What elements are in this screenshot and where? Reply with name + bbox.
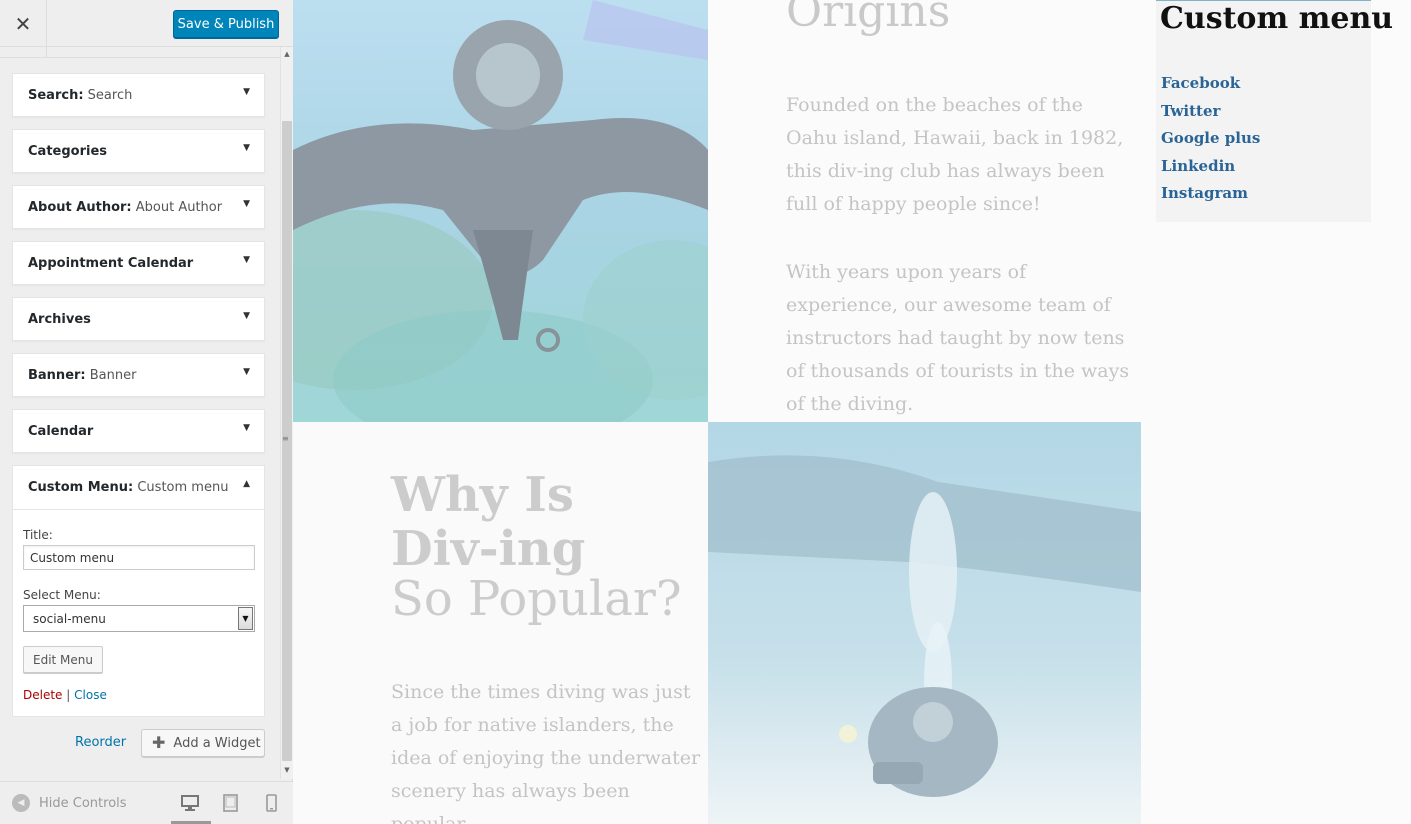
panel-breadcrumb — [0, 47, 281, 58]
title-label: Title: — [23, 528, 53, 542]
select-menu-label: Select Menu: — [23, 588, 101, 602]
widget-calendar[interactable]: Calendar ▼ — [12, 409, 265, 453]
close-customizer-button[interactable]: ✕ — [0, 0, 47, 47]
widget-title: Archives — [28, 312, 91, 327]
widget-about-author[interactable]: About Author: About Author ▼ — [12, 185, 265, 229]
origins-heading: Origins — [786, 0, 951, 37]
hide-controls-button[interactable]: ◀ Hide Controls — [12, 794, 127, 812]
widget-title: Calendar — [28, 424, 94, 439]
menu-link-google-plus[interactable]: Google plus — [1161, 129, 1260, 147]
widget-categories[interactable]: Categories ▼ — [12, 129, 265, 173]
why-diving-heading: Why Is Div-ing — [391, 467, 586, 577]
plus-icon: ✚ — [152, 733, 166, 752]
selected-menu-value: social-menu — [33, 611, 106, 626]
why-diving-paragraph: Since the times diving was just a job fo… — [391, 681, 701, 824]
widget-title: Banner: Banner — [28, 368, 137, 383]
diver-photo-1 — [293, 0, 708, 422]
widget-title: Categories — [28, 144, 108, 159]
widget-custom-menu-header[interactable]: Custom Menu: Custom menu ▲ — [13, 466, 264, 510]
expand-arrow-icon[interactable]: ▼ — [243, 87, 250, 97]
expand-arrow-icon[interactable]: ▼ — [243, 367, 250, 377]
expand-arrow-icon[interactable]: ▼ — [243, 143, 250, 153]
separator: | — [66, 688, 71, 702]
widget-title-input[interactable]: Custom menu — [23, 545, 255, 570]
widget-actions: Delete | Close — [23, 688, 107, 702]
custom-menu-widget-preview: Custom menu Facebook Twitter Google plus… — [1156, 0, 1393, 222]
widget-appointment-calendar[interactable]: Appointment Calendar ▼ — [12, 241, 265, 285]
origins-section: Origins Founded on the beaches of the Oa… — [708, 0, 1141, 422]
diver-photo-2 — [708, 422, 1141, 824]
customizer-screen: { "header": { "close_symbol": "✕", "save… — [0, 0, 1411, 824]
widget-title: Search: Search — [28, 88, 133, 103]
close-icon: ✕ — [14, 11, 32, 36]
scroll-up-arrow-icon[interactable]: ▲ — [281, 49, 293, 59]
expand-arrow-icon[interactable]: ▼ — [243, 423, 250, 433]
menu-link-twitter[interactable]: Twitter — [1161, 102, 1220, 120]
widget-title: Appointment Calendar — [28, 256, 194, 271]
reorder-link[interactable]: Reorder — [75, 735, 126, 750]
hide-controls-label: Hide Controls — [39, 795, 127, 811]
customizer-sidebar: ✕ Save & Publish ▲ ≡ ▼ Search: Search ▼ … — [0, 0, 293, 824]
mobile-preview-icon[interactable] — [262, 794, 284, 814]
origins-paragraph-2: With years upon years of experience, our… — [786, 261, 1130, 415]
why-diving-section: Why Is Div-ing So Popular? Since the tim… — [293, 422, 708, 824]
delete-widget-link[interactable]: Delete — [23, 688, 62, 702]
why-diving-subheading: So Popular? — [391, 571, 682, 627]
collapse-left-icon: ◀ — [12, 794, 30, 812]
collapse-arrow-icon[interactable]: ▲ — [243, 479, 250, 489]
scroll-down-arrow-icon[interactable]: ▼ — [281, 765, 293, 775]
select-menu-dropdown[interactable]: social-menu ▼ — [23, 605, 255, 632]
expand-arrow-icon[interactable]: ▼ — [243, 311, 250, 321]
widget-search[interactable]: Search: Search ▼ — [12, 73, 265, 117]
expand-arrow-icon[interactable]: ▼ — [243, 199, 250, 209]
add-widget-button[interactable]: ✚ Add a Widget — [141, 729, 265, 757]
widget-banner[interactable]: Banner: Banner ▼ — [12, 353, 265, 397]
desktop-preview-icon[interactable] — [180, 794, 202, 814]
chevron-down-icon[interactable]: ▼ — [238, 607, 253, 630]
save-publish-button[interactable]: Save & Publish — [173, 10, 279, 38]
customizer-footer: ◀ Hide Controls — [0, 781, 293, 824]
edit-menu-button[interactable]: Edit Menu — [23, 646, 103, 673]
menu-link-facebook[interactable]: Facebook — [1161, 74, 1240, 92]
close-widget-link[interactable]: Close — [74, 688, 107, 702]
scroll-grip-icon: ≡ — [282, 434, 289, 443]
menu-link-linkedin[interactable]: Linkedin — [1161, 157, 1235, 175]
site-preview: Origins Founded on the beaches of the Oa… — [293, 0, 1411, 824]
widget-archives[interactable]: Archives ▼ — [12, 297, 265, 341]
tablet-preview-icon[interactable] — [221, 794, 243, 814]
origins-paragraph-1: Founded on the beaches of the Oahu islan… — [786, 94, 1124, 215]
widget-title: Custom Menu: Custom menu — [28, 480, 229, 495]
widget-title: About Author: About Author — [28, 200, 223, 215]
widget-custom-menu: Custom Menu: Custom menu ▲ Title: Custom… — [12, 465, 265, 717]
customizer-header: ✕ Save & Publish — [0, 0, 293, 47]
custom-menu-title: Custom menu — [1160, 1, 1394, 36]
add-widget-label: Add a Widget — [173, 735, 261, 751]
expand-arrow-icon[interactable]: ▼ — [243, 255, 250, 265]
sidebar-scrollbar[interactable]: ▲ ≡ ▼ — [280, 47, 293, 779]
menu-link-instagram[interactable]: Instagram — [1161, 184, 1248, 202]
